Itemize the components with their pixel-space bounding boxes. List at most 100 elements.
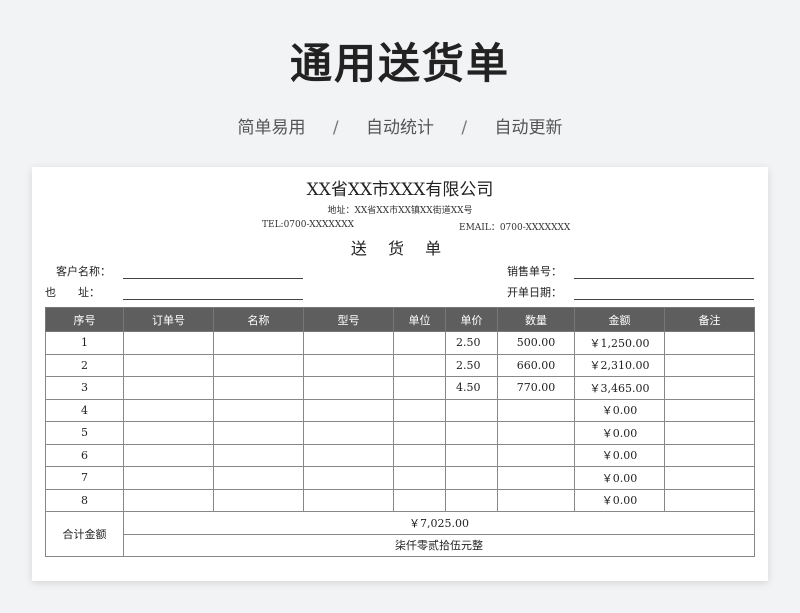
document-title: 送 货 单 xyxy=(350,239,450,258)
table-row: 4 ￥0.00 xyxy=(45,398,755,422)
column-header: 金额 xyxy=(574,307,665,332)
model-cell[interactable] xyxy=(303,353,394,377)
total-label: 合计金额 xyxy=(45,511,124,557)
feature-label: 简单易用 xyxy=(237,118,306,138)
unit-cell[interactable] xyxy=(393,466,446,490)
address-field[interactable] xyxy=(123,299,303,300)
note-cell[interactable] xyxy=(664,331,755,355)
name-cell[interactable] xyxy=(213,421,304,445)
amount-cell: ￥0.00 xyxy=(574,398,665,422)
model-cell[interactable] xyxy=(303,331,394,355)
total-words-row: 柒仟零贰拾伍元整 xyxy=(46,533,755,557)
quantity-cell[interactable] xyxy=(497,443,575,467)
row-number: 7 xyxy=(45,466,124,490)
name-cell[interactable] xyxy=(213,331,304,355)
row-number: 5 xyxy=(45,421,124,445)
amount-cell: ￥1,250.00 xyxy=(574,331,665,355)
unit-cell[interactable] xyxy=(393,443,446,467)
order-number-cell[interactable] xyxy=(123,331,214,355)
row-number: 1 xyxy=(45,331,124,355)
name-cell[interactable] xyxy=(213,376,304,400)
row-number: 2 xyxy=(45,353,124,377)
unit-price-cell[interactable]: 2.50 xyxy=(445,353,498,377)
unit-price-cell[interactable]: 2.50 xyxy=(445,331,498,355)
order-number-field[interactable] xyxy=(574,278,754,279)
separator: / xyxy=(461,118,468,138)
unit-price-cell[interactable] xyxy=(445,466,498,490)
note-cell[interactable] xyxy=(664,421,755,445)
feature-label: 自动更新 xyxy=(494,118,563,138)
row-number: 4 xyxy=(45,398,124,422)
unit-cell[interactable] xyxy=(393,398,446,422)
table-header-row: 序号 订单号 名称 型号 单位 单价 数量 金额 备注 xyxy=(45,307,755,332)
amount-cell: ￥0.00 xyxy=(574,466,665,490)
delivery-note-sheet: XX省XX市XXX有限公司 地址：XX省XX市XX镇XX街道XX号 TEL:07… xyxy=(32,167,768,581)
order-number-cell[interactable] xyxy=(123,443,214,467)
name-cell[interactable] xyxy=(213,466,304,490)
unit-cell[interactable] xyxy=(393,376,446,400)
model-cell[interactable] xyxy=(303,443,394,467)
model-cell[interactable] xyxy=(303,466,394,490)
column-header: 备注 xyxy=(664,307,755,332)
order-number-cell[interactable] xyxy=(123,466,214,490)
unit-cell[interactable] xyxy=(393,353,446,377)
note-cell[interactable] xyxy=(664,466,755,490)
order-number-cell[interactable] xyxy=(123,376,214,400)
order-number-cell[interactable] xyxy=(123,398,214,422)
model-cell[interactable] xyxy=(303,376,394,400)
table-row: 8 ￥0.00 xyxy=(45,488,755,512)
row-number: 8 xyxy=(45,488,124,512)
table-row: 7 ￥0.00 xyxy=(45,466,755,490)
unit-cell[interactable] xyxy=(393,488,446,512)
page-title: 通用送货单 xyxy=(289,39,510,88)
unit-price-cell[interactable]: 4.50 xyxy=(445,376,498,400)
note-cell[interactable] xyxy=(664,398,755,422)
quantity-cell[interactable]: 500.00 xyxy=(497,331,575,355)
quantity-cell[interactable] xyxy=(497,466,575,490)
feature-subtitle: 简单易用 / 自动统计 / 自动更新 xyxy=(0,113,800,138)
column-header: 型号 xyxy=(303,307,394,332)
separator: / xyxy=(332,118,339,138)
row-number: 3 xyxy=(45,376,124,400)
quantity-cell[interactable] xyxy=(497,398,575,422)
name-cell[interactable] xyxy=(213,443,304,467)
unit-cell[interactable] xyxy=(393,421,446,445)
unit-price-cell[interactable] xyxy=(445,421,498,445)
column-header: 序号 xyxy=(45,307,124,332)
total-amount-row: 合计金额 ￥7,025.00 xyxy=(45,511,755,557)
unit-price-cell[interactable] xyxy=(445,398,498,422)
note-cell[interactable] xyxy=(664,488,755,512)
name-cell[interactable] xyxy=(213,488,304,512)
note-cell[interactable] xyxy=(664,376,755,400)
amount-cell: ￥0.00 xyxy=(574,488,665,512)
quantity-cell[interactable]: 770.00 xyxy=(497,376,575,400)
model-cell[interactable] xyxy=(303,398,394,422)
table-row: 1 2.50 500.00 ￥1,250.00 xyxy=(45,331,755,355)
model-cell[interactable] xyxy=(303,488,394,512)
column-header: 名称 xyxy=(213,307,304,332)
unit-cell[interactable] xyxy=(393,331,446,355)
quantity-cell[interactable] xyxy=(497,488,575,512)
amount-cell: ￥3,465.00 xyxy=(574,376,665,400)
customer-name-field[interactable] xyxy=(123,278,303,279)
name-cell[interactable] xyxy=(213,353,304,377)
company-name: XX省XX市XXX有限公司 xyxy=(306,180,494,200)
note-cell[interactable] xyxy=(664,443,755,467)
table-row: 6 ￥0.00 xyxy=(45,443,755,467)
amount-cell: ￥0.00 xyxy=(574,443,665,467)
note-cell[interactable] xyxy=(664,353,755,377)
name-cell[interactable] xyxy=(213,398,304,422)
order-number-cell[interactable] xyxy=(123,421,214,445)
amount-cell: ￥0.00 xyxy=(574,421,665,445)
unit-price-cell[interactable] xyxy=(445,443,498,467)
quantity-cell[interactable]: 660.00 xyxy=(497,353,575,377)
order-number-cell[interactable] xyxy=(123,353,214,377)
quantity-cell[interactable] xyxy=(497,421,575,445)
feature-label: 自动统计 xyxy=(366,118,434,138)
unit-price-cell[interactable] xyxy=(445,488,498,512)
column-header: 单位 xyxy=(393,307,446,332)
total-amount-words: 柒仟零贰拾伍元整 xyxy=(123,533,755,557)
date-field[interactable] xyxy=(574,299,754,300)
model-cell[interactable] xyxy=(303,421,394,445)
order-number-cell[interactable] xyxy=(123,488,214,512)
